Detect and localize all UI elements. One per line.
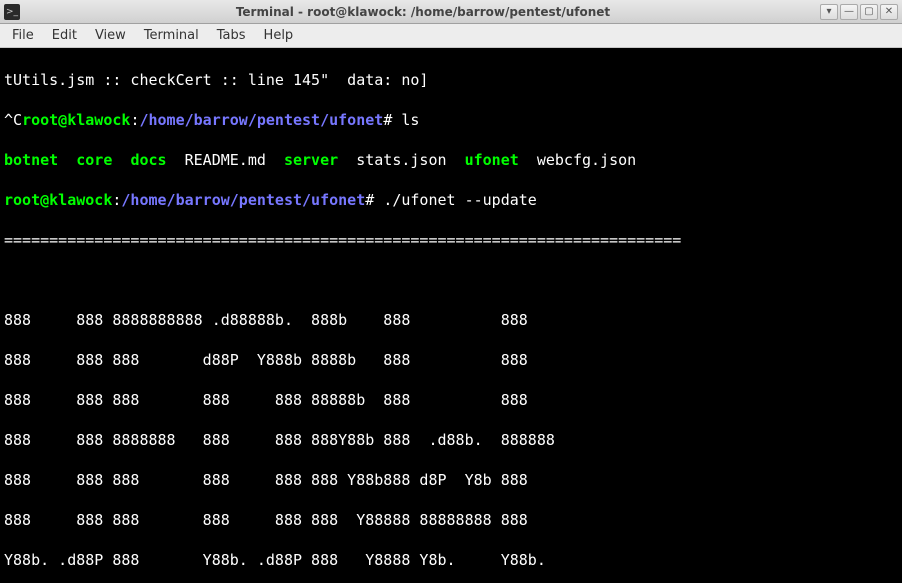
banner-line: 888 888 8888888 888 888 888Y88b 888 .d88… bbox=[4, 431, 564, 449]
ls-dir-server: server bbox=[284, 151, 338, 169]
prompt-hash: # bbox=[365, 191, 383, 209]
ls-dir-botnet: botnet bbox=[4, 151, 58, 169]
banner-line: 888 888 888 888 888 888 Y88888 88888888 … bbox=[4, 511, 564, 529]
command-update: ./ufonet --update bbox=[383, 191, 537, 209]
command-ls: ls bbox=[401, 111, 419, 129]
banner-line: 888 888 8888888888 .d88888b. 888b 888 88… bbox=[4, 311, 564, 329]
prompt-hash: # bbox=[383, 111, 401, 129]
menubar: File Edit View Terminal Tabs Help bbox=[0, 24, 902, 48]
close-button[interactable]: ✕ bbox=[880, 4, 898, 20]
menu-help[interactable]: Help bbox=[256, 26, 302, 45]
ls-file-readme: README.md bbox=[185, 151, 266, 169]
menu-terminal[interactable]: Terminal bbox=[136, 26, 207, 45]
banner-line: 888 888 888 888 888 888 Y88b888 d8P Y8b … bbox=[4, 471, 564, 489]
ls-file-stats: stats.json bbox=[356, 151, 446, 169]
menu-view[interactable]: View bbox=[87, 26, 134, 45]
ls-dir-core: core bbox=[76, 151, 112, 169]
output-line: tUtils.jsm :: checkCert :: line 145" dat… bbox=[4, 71, 428, 89]
ls-dir-docs: docs bbox=[130, 151, 166, 169]
prompt-user: root@klawock bbox=[22, 111, 130, 129]
terminal-app-icon: >_ bbox=[4, 4, 20, 20]
menu-edit[interactable]: Edit bbox=[44, 26, 85, 45]
maximize-button[interactable]: ▢ bbox=[860, 4, 878, 20]
banner-line: 888 888 888 888 888 88888b 888 888 bbox=[4, 391, 564, 409]
divider: ========================================… bbox=[4, 231, 681, 249]
minimize-button[interactable]: — bbox=[840, 4, 858, 20]
banner-line: Y88b. .d88P 888 Y88b. .d88P 888 Y8888 Y8… bbox=[4, 551, 564, 569]
banner-line: 888 888 888 d88P Y888b 8888b 888 888 bbox=[4, 351, 564, 369]
window-title: Terminal - root@klawock: /home/barrow/pe… bbox=[26, 5, 820, 19]
ls-exec-ufonet: ufonet bbox=[465, 151, 519, 169]
window-controls: ▾ — ▢ ✕ bbox=[820, 4, 898, 20]
prompt-user: root@klawock bbox=[4, 191, 112, 209]
ls-file-webcfg: webcfg.json bbox=[537, 151, 636, 169]
window-titlebar: >_ Terminal - root@klawock: /home/barrow… bbox=[0, 0, 902, 24]
prompt-path: /home/barrow/pentest/ufonet bbox=[139, 111, 383, 129]
menu-file[interactable]: File bbox=[4, 26, 42, 45]
ctrl-c: ^C bbox=[4, 111, 22, 129]
dropdown-button[interactable]: ▾ bbox=[820, 4, 838, 20]
menu-tabs[interactable]: Tabs bbox=[209, 26, 254, 45]
terminal-output[interactable]: tUtils.jsm :: checkCert :: line 145" dat… bbox=[0, 48, 902, 583]
prompt-path: /home/barrow/pentest/ufonet bbox=[121, 191, 365, 209]
